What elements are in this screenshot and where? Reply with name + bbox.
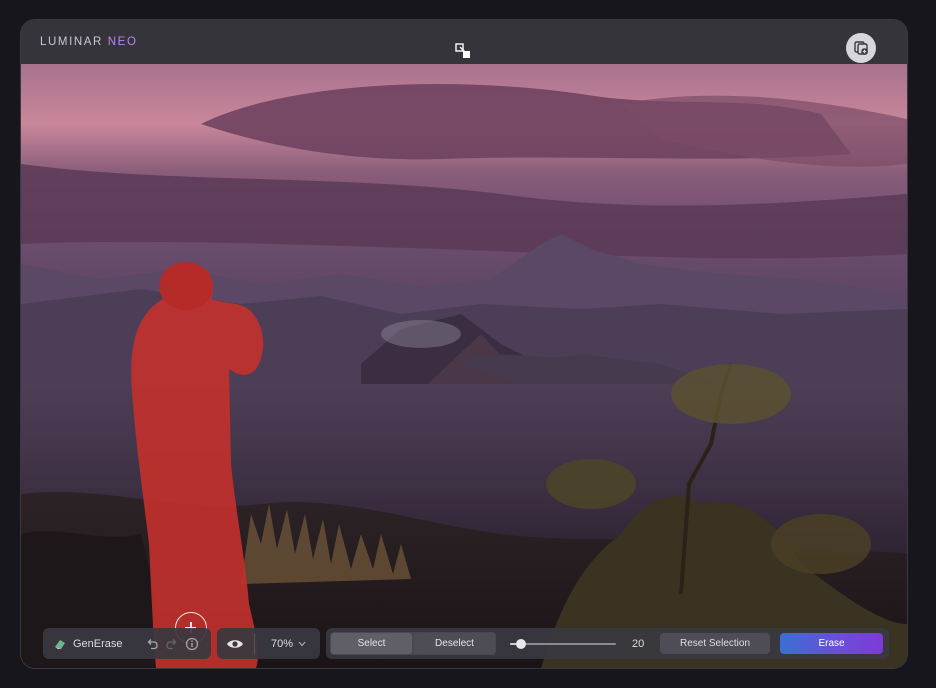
redo-icon[interactable] [165, 637, 179, 651]
tool-panel: GenErase [43, 628, 211, 659]
compare-icon[interactable] [453, 41, 473, 61]
landscape-photo [21, 64, 907, 668]
selection-panel: Select Deselect 20 Reset Selection Erase [326, 628, 889, 659]
brand-accent-text: NEO [107, 36, 138, 48]
info-icon[interactable] [185, 637, 199, 651]
view-panel: 70% [217, 628, 320, 659]
eye-icon[interactable] [226, 637, 244, 651]
brush-size-slider[interactable] [510, 637, 616, 651]
select-mode-toggle: Select Deselect [330, 632, 496, 655]
slider-handle[interactable] [516, 638, 526, 649]
top-bar: LUMINAR NEO [21, 20, 907, 64]
app-window: LUMINAR NEO [21, 20, 907, 668]
tool-name: GenErase [73, 637, 123, 650]
layers-plus-icon[interactable] [846, 33, 876, 63]
select-button[interactable]: Select [331, 633, 412, 654]
divider [254, 633, 255, 654]
eraser-icon [53, 637, 67, 651]
brand-main-text: LUMINAR [40, 36, 103, 48]
deselect-button[interactable]: Deselect [414, 633, 495, 654]
brush-size-value: 20 [632, 637, 645, 650]
undo-icon[interactable] [145, 637, 159, 651]
zoom-level[interactable]: 70% [271, 638, 293, 650]
reset-selection-button[interactable]: Reset Selection [660, 633, 770, 654]
erase-button[interactable]: Erase [780, 633, 883, 654]
photo-canvas[interactable] [21, 64, 907, 668]
app-logo: LUMINAR NEO [40, 36, 138, 48]
chevron-down-icon[interactable] [298, 641, 306, 647]
